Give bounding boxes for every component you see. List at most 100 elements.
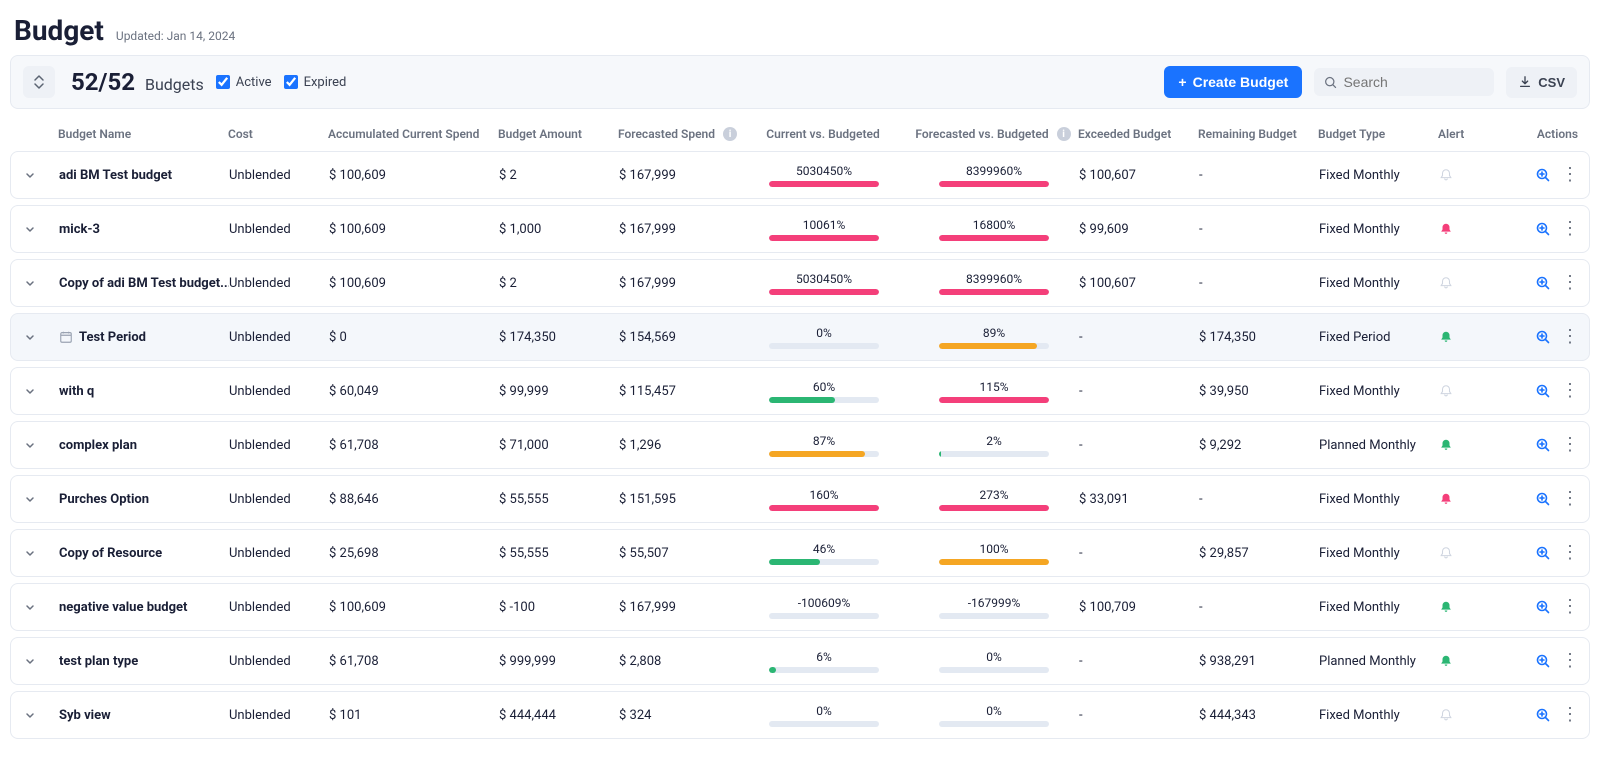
expand-row-button[interactable]: [21, 436, 39, 454]
expand-row-button[interactable]: [21, 220, 39, 238]
table-row: adi BM Test budgetUnblended$ 100,609$ 2$…: [10, 151, 1590, 199]
view-details-button[interactable]: [1535, 329, 1551, 345]
row-menu-button[interactable]: ⋮: [1561, 382, 1579, 400]
budget-name[interactable]: Test Period: [59, 330, 229, 345]
info-icon[interactable]: i: [1057, 127, 1071, 141]
create-budget-button[interactable]: + Create Budget: [1164, 66, 1302, 98]
page-title: Budget: [14, 14, 104, 47]
search-input[interactable]: [1343, 74, 1484, 90]
budget-type: Fixed Monthly: [1319, 546, 1439, 561]
expand-row-button[interactable]: [21, 166, 39, 184]
bell-icon[interactable]: [1439, 222, 1499, 236]
row-menu-button[interactable]: ⋮: [1561, 544, 1579, 562]
pct-bar: [939, 181, 1049, 187]
view-details-button[interactable]: [1535, 599, 1551, 615]
col-exceeded[interactable]: Exceeded Budget: [1078, 127, 1198, 141]
view-details-button[interactable]: [1535, 707, 1551, 723]
view-details-button[interactable]: [1535, 491, 1551, 507]
sort-handle-icon[interactable]: [23, 66, 55, 98]
budget-name[interactable]: with q: [59, 384, 229, 399]
info-icon[interactable]: i: [723, 127, 737, 141]
row-menu-button[interactable]: ⋮: [1561, 436, 1579, 454]
bell-icon[interactable]: [1439, 546, 1499, 560]
expired-checkbox-label: Expired: [304, 75, 347, 90]
expand-row-button[interactable]: [21, 328, 39, 346]
budget-name[interactable]: Syb view: [59, 708, 229, 723]
bell-icon[interactable]: [1439, 384, 1499, 398]
col-acc-spend[interactable]: Accumulated Current Spend: [328, 127, 498, 141]
budget-name[interactable]: test plan type: [59, 654, 229, 669]
row-menu-button[interactable]: ⋮: [1561, 652, 1579, 670]
expand-row-button[interactable]: [21, 490, 39, 508]
remaining: $ 29,857: [1199, 546, 1319, 561]
budget-amount: $ 444,444: [499, 708, 619, 723]
expand-row-button[interactable]: [21, 382, 39, 400]
actions-cell: ⋮: [1499, 706, 1579, 724]
expand-row-button[interactable]: [21, 274, 39, 292]
view-details-button[interactable]: [1535, 275, 1551, 291]
col-budget-name[interactable]: Budget Name: [58, 127, 228, 141]
bell-icon[interactable]: [1439, 438, 1499, 452]
active-checkbox-label: Active: [236, 75, 272, 90]
col-type[interactable]: Budget Type: [1318, 127, 1438, 141]
alert-cell: [1439, 168, 1499, 182]
col-forecasted-vs-budgeted[interactable]: Forecasted vs. Budgetedi: [908, 127, 1078, 141]
expired-checkbox-input[interactable]: [284, 75, 298, 89]
row-menu-button[interactable]: ⋮: [1561, 274, 1579, 292]
row-menu-button[interactable]: ⋮: [1561, 706, 1579, 724]
table-row: negative value budgetUnblended$ 100,609$…: [10, 583, 1590, 631]
budget-amount: $ -100: [499, 600, 619, 615]
bell-icon[interactable]: [1439, 600, 1499, 614]
budget-type: Planned Monthly: [1319, 438, 1439, 453]
alert-cell: [1439, 492, 1499, 506]
view-details-button[interactable]: [1535, 167, 1551, 183]
view-details-button[interactable]: [1535, 221, 1551, 237]
row-menu-button[interactable]: ⋮: [1561, 166, 1579, 184]
col-budget-amount[interactable]: Budget Amount: [498, 127, 618, 141]
expired-checkbox[interactable]: Expired: [284, 75, 347, 90]
expand-row-button[interactable]: [21, 544, 39, 562]
row-menu-button[interactable]: ⋮: [1561, 598, 1579, 616]
active-checkbox[interactable]: Active: [216, 75, 272, 90]
forecasted-spend: $ 55,507: [619, 546, 739, 561]
budget-name[interactable]: mick-3: [59, 222, 229, 237]
bell-icon[interactable]: [1439, 654, 1499, 668]
col-alert[interactable]: Alert: [1438, 127, 1498, 141]
budget-name[interactable]: Copy of Resource: [59, 546, 229, 561]
bell-icon[interactable]: [1439, 708, 1499, 722]
view-details-button[interactable]: [1535, 545, 1551, 561]
pct-cell: 87%: [739, 434, 909, 457]
expand-row-button[interactable]: [21, 652, 39, 670]
budget-name[interactable]: adi BM Test budget: [59, 168, 229, 183]
create-budget-label: Create Budget: [1193, 74, 1289, 90]
view-details-button[interactable]: [1535, 383, 1551, 399]
active-checkbox-input[interactable]: [216, 75, 230, 89]
exceeded: $ 99,609: [1079, 222, 1199, 237]
pct-bar: [769, 667, 879, 673]
budget-name[interactable]: Purches Option: [59, 492, 229, 507]
col-cost[interactable]: Cost: [228, 127, 328, 141]
csv-button[interactable]: CSV: [1506, 67, 1577, 98]
budget-name[interactable]: negative value budget: [59, 600, 229, 615]
pct-bar: [939, 235, 1049, 241]
exceeded: $ 100,607: [1079, 168, 1199, 183]
expand-row-button[interactable]: [21, 706, 39, 724]
row-menu-button[interactable]: ⋮: [1561, 490, 1579, 508]
row-menu-button[interactable]: ⋮: [1561, 328, 1579, 346]
exceeded: $ 100,607: [1079, 276, 1199, 291]
view-details-button[interactable]: [1535, 653, 1551, 669]
expand-row-button[interactable]: [21, 598, 39, 616]
search-box[interactable]: [1314, 68, 1494, 96]
bell-icon[interactable]: [1439, 330, 1499, 344]
budget-name[interactable]: Copy of adi BM Test budget...: [59, 276, 229, 291]
col-forecasted-spend[interactable]: Forecasted Spendi: [618, 127, 738, 141]
view-details-button[interactable]: [1535, 437, 1551, 453]
bell-icon[interactable]: [1439, 168, 1499, 182]
col-remaining[interactable]: Remaining Budget: [1198, 127, 1318, 141]
col-current-vs-budgeted[interactable]: Current vs. Budgeted: [738, 127, 908, 141]
row-menu-button[interactable]: ⋮: [1561, 220, 1579, 238]
bell-icon[interactable]: [1439, 492, 1499, 506]
budget-name[interactable]: complex plan: [59, 438, 229, 453]
bell-icon[interactable]: [1439, 276, 1499, 290]
budget-name-text: complex plan: [59, 438, 137, 453]
